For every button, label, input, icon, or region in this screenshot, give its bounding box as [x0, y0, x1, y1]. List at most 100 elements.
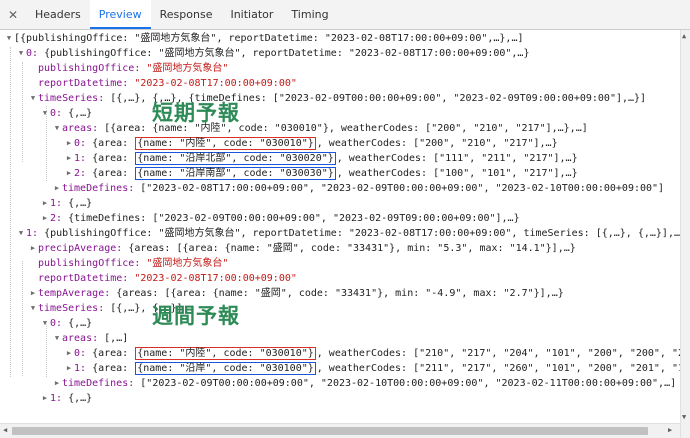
- tree-key: publishingOffice:: [38, 63, 147, 74]
- expand-triangle-icon[interactable]: ▶: [52, 376, 62, 391]
- expand-triangle-icon[interactable]: ▶: [28, 241, 38, 256]
- tab-response[interactable]: Response: [151, 0, 222, 29]
- tab-preview[interactable]: Preview: [89, 0, 151, 29]
- tree-key: 0:: [26, 48, 45, 59]
- tree-row[interactable]: ▶ precipAverage: {areas: [{area: {name: "…: [0, 241, 680, 256]
- tree-value: {areas: [{area: {name: "盛岡", code: "3343…: [128, 243, 576, 254]
- tree-key: timeSeries:: [38, 303, 111, 314]
- tree-value: {publishingOffice: "盛岡地方気象台", reportDate…: [44, 228, 680, 239]
- tree-row[interactable]: ▼ timeSeries: [{,…}, {,…}, {timeDefines: …: [0, 91, 680, 106]
- tree-value: , weatherCodes: ["210", "217", "204", "1…: [316, 348, 680, 359]
- collapse-triangle-icon[interactable]: ▼: [52, 331, 62, 346]
- tree-row[interactable]: ▼ 0: {publishingOffice: "盛岡地方気象台", report…: [0, 46, 680, 61]
- tree-key: 2:: [74, 168, 93, 179]
- tree-value: {area:: [92, 363, 135, 374]
- tree-row[interactable]: ▼ timeSeries: [{,…}, {,…}]: [0, 301, 680, 316]
- collapse-triangle-icon[interactable]: ▼: [40, 316, 50, 331]
- tree-value: {,…}: [68, 198, 93, 209]
- scroll-left-icon[interactable]: ◀: [3, 426, 7, 434]
- tree-value: {area:: [92, 153, 135, 164]
- tree-row[interactable]: ▶ timeDefines: ["2023-02-08T17:00:00+09:0…: [0, 181, 680, 196]
- devtools-tab-bar: ✕ Headers Preview Response Initiator Tim…: [0, 0, 690, 30]
- tree-key: 2:: [50, 213, 69, 224]
- tree-row[interactable]: ▶ 1: {,…}: [0, 196, 680, 211]
- expand-triangle-icon[interactable]: ▶: [40, 211, 50, 226]
- expand-triangle-icon[interactable]: ▶: [64, 346, 74, 361]
- horizontal-scrollbar[interactable]: ◀ ▶: [0, 423, 680, 438]
- tree-key: tempAverage:: [38, 288, 117, 299]
- tree-key: timeDefines:: [62, 183, 141, 194]
- tree-key: 0:: [74, 138, 93, 149]
- close-icon[interactable]: ✕: [0, 0, 26, 29]
- tree-key: precipAverage:: [38, 243, 129, 254]
- tree-key: 1:: [26, 228, 45, 239]
- expand-triangle-icon[interactable]: ▶: [64, 361, 74, 376]
- tree-value: [{publishingOffice: "盛岡地方気象台", reportDat…: [14, 33, 524, 44]
- tree-key: 0:: [74, 348, 93, 359]
- tree-key: publishingOffice:: [38, 258, 147, 269]
- tree-row: reportDatetime: "2023-02-08T17:00:00+09:…: [0, 271, 680, 286]
- tree-row[interactable]: ▶ tempAverage: {areas: [{area: {name: "盛岡…: [0, 286, 680, 301]
- tree-value: , weatherCodes: ["211", "217", "260", "1…: [316, 363, 680, 374]
- tree-key: areas:: [62, 123, 105, 134]
- tab-timing[interactable]: Timing: [282, 0, 337, 29]
- collapse-triangle-icon[interactable]: ▼: [28, 91, 38, 106]
- expand-triangle-icon[interactable]: ▶: [52, 181, 62, 196]
- scroll-up-icon[interactable]: ▲: [682, 32, 686, 40]
- tree-guide-line: [22, 261, 23, 376]
- tree-row[interactable]: ▼ 1: {publishingOffice: "盛岡地方気象台", report…: [0, 226, 680, 241]
- tree-row[interactable]: ▶ 1: {area: {name: "沿岸北部", code: "030020"…: [0, 151, 680, 166]
- collapse-triangle-icon[interactable]: ▼: [4, 31, 14, 46]
- tree-value: , weatherCodes: ["111", "211", "217"],…}: [336, 153, 578, 164]
- tree-value: [,…]: [104, 333, 129, 344]
- tree-row[interactable]: ▶ 1: {,…}: [0, 391, 680, 406]
- tree-key: 1:: [50, 198, 69, 209]
- scroll-down-icon[interactable]: ▼: [682, 413, 686, 421]
- expand-triangle-icon[interactable]: ▶: [40, 196, 50, 211]
- tree-row[interactable]: ▶ 0: {area: {name: "内陸", code: "030010"},…: [0, 136, 680, 151]
- expand-triangle-icon[interactable]: ▶: [64, 136, 74, 151]
- tree-row[interactable]: ▶ 0: {area: {name: "内陸", code: "030010"},…: [0, 346, 680, 361]
- tree-key: 1:: [74, 363, 93, 374]
- tree-row[interactable]: ▼ areas: [{area: {name: "内陸", code: "0300…: [0, 121, 680, 136]
- collapse-triangle-icon[interactable]: ▼: [16, 46, 26, 61]
- collapse-triangle-icon[interactable]: ▼: [16, 226, 26, 241]
- expand-triangle-icon[interactable]: ▶: [64, 151, 74, 166]
- tree-key: areas:: [62, 333, 105, 344]
- tree-row: publishingOffice: "盛岡地方気象台": [0, 61, 680, 76]
- tab-headers[interactable]: Headers: [26, 0, 90, 29]
- highlighted-area-name: {name: "沿岸北部", code: "030020"}: [135, 152, 336, 165]
- tree-value: {publishingOffice: "盛岡地方気象台", reportDate…: [44, 48, 530, 59]
- annotation-weekly: 週間予報: [152, 304, 240, 328]
- collapse-triangle-icon[interactable]: ▼: [40, 106, 50, 121]
- collapse-triangle-icon[interactable]: ▼: [52, 121, 62, 136]
- vertical-scrollbar[interactable]: ▲ ▼: [680, 30, 690, 438]
- tree-key: timeSeries:: [38, 93, 111, 104]
- tree-row[interactable]: ▼ areas: [,…]: [0, 331, 680, 346]
- tree-value: , weatherCodes: ["200", "210", "217"],…}: [316, 138, 558, 149]
- tree-row[interactable]: ▶ 2: {area: {name: "沿岸南部", code: "030030"…: [0, 166, 680, 181]
- highlighted-area-name: {name: "内陸", code: "030010"}: [135, 347, 316, 360]
- tree-row[interactable]: ▼ [{publishingOffice: "盛岡地方気象台", reportDa…: [0, 31, 680, 46]
- tree-row: publishingOffice: "盛岡地方気象台": [0, 256, 680, 271]
- scroll-right-icon[interactable]: ▶: [668, 426, 672, 434]
- collapse-triangle-icon[interactable]: ▼: [28, 301, 38, 316]
- tree-row[interactable]: ▶ 1: {area: {name: "沿岸", code: "030100"},…: [0, 361, 680, 376]
- tree-key: reportDatetime:: [38, 78, 135, 89]
- tree-value: ["2023-02-09T00:00:00+09:00", "2023-02-1…: [140, 378, 677, 389]
- highlighted-area-name: {name: "内陸", code: "030010"}: [135, 137, 316, 150]
- tree-guide-line: [10, 47, 11, 377]
- tree-row[interactable]: ▶ timeDefines: ["2023-02-09T00:00:00+09:0…: [0, 376, 680, 391]
- expand-triangle-icon[interactable]: ▶: [40, 391, 50, 406]
- tab-initiator[interactable]: Initiator: [221, 0, 282, 29]
- horizontal-scroll-thumb[interactable]: [12, 427, 648, 435]
- tree-key: timeDefines:: [62, 378, 141, 389]
- tree-value: {area:: [92, 168, 135, 179]
- tree-row[interactable]: ▼ 0: {,…}: [0, 106, 680, 121]
- tree-guide-line: [46, 322, 47, 377]
- tree-row[interactable]: ▼ 0: {,…}: [0, 316, 680, 331]
- tree-row[interactable]: ▶ 2: {timeDefines: ["2023-02-09T00:00:00+…: [0, 211, 680, 226]
- expand-triangle-icon[interactable]: ▶: [64, 166, 74, 181]
- expand-triangle-icon[interactable]: ▶: [28, 286, 38, 301]
- tree-value: {,…}: [68, 393, 93, 404]
